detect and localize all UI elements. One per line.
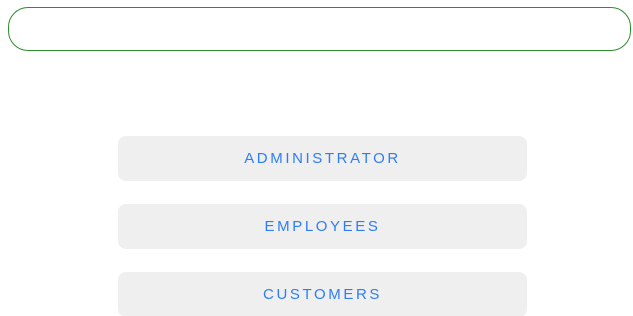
role-selection-page: ADMINISTRATOR EMPLOYEES CUSTOMERS bbox=[0, 0, 633, 316]
administrator-button[interactable]: ADMINISTRATOR bbox=[118, 136, 527, 181]
employees-button[interactable]: EMPLOYEES bbox=[118, 204, 527, 249]
customers-button[interactable]: CUSTOMERS bbox=[118, 272, 527, 316]
top-text-input[interactable] bbox=[8, 7, 631, 51]
